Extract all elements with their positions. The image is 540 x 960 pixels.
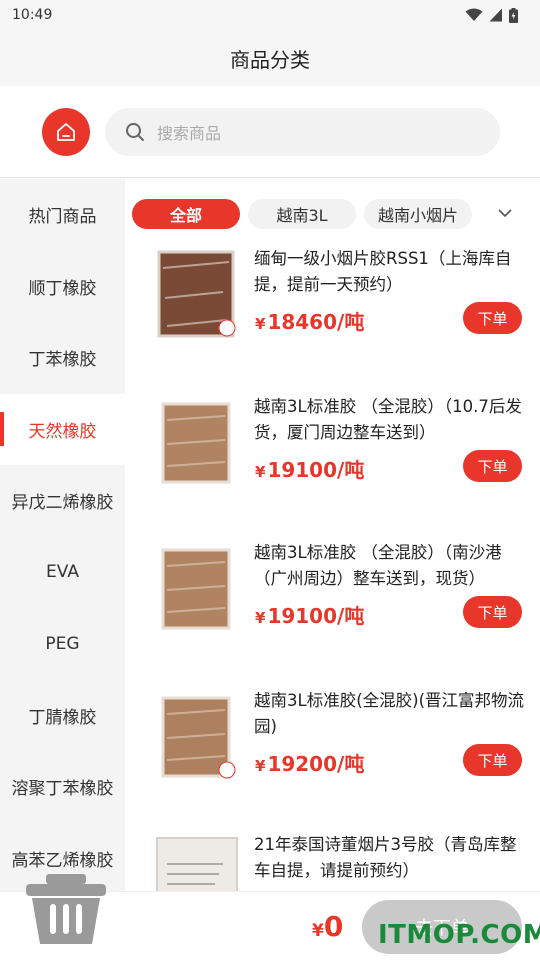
product-name: 缅甸一级小烟片胶RSS1（上海库自提，提前一天预约） <box>254 249 512 294</box>
product-card[interactable]: 21年泰国诗董烟片3号胶（青岛库整车自提，请提前预约） <box>125 826 540 891</box>
category-sidebar: 热门商品 顺丁橡胶 丁苯橡胶 天然橡胶 异戊二烯橡胶 EVA PEG 丁腈橡胶 … <box>0 179 125 891</box>
chip-vietnam-3l[interactable]: 越南3L <box>248 199 356 229</box>
search-input[interactable]: 搜索商品 <box>105 108 500 156</box>
sidebar-item-label: 热门商品 <box>28 207 97 228</box>
price-value: 19100/吨 <box>267 458 365 482</box>
header: 商品分类 <box>0 30 540 86</box>
currency-symbol: ¥ <box>255 609 266 627</box>
search-icon <box>126 123 144 141</box>
product-price: ¥19100/吨 <box>255 454 364 483</box>
chip-label: 越南3L <box>276 206 328 225</box>
currency-symbol: ¥ <box>255 757 266 775</box>
sidebar-item-label: 溶聚丁苯橡胶 <box>11 779 114 800</box>
sidebar-item-ir[interactable]: 异戊二烯橡胶 <box>0 465 125 537</box>
sidebar-item-hot[interactable]: 热门商品 <box>0 179 125 251</box>
wifi-icon <box>465 8 483 21</box>
product-thumbnail <box>156 837 238 891</box>
product-card[interactable]: 越南3L标准胶 （全混胶）（10.7后发货，厦门周边整车送到） ¥19100/吨… <box>125 388 540 533</box>
sidebar-item-label: 高苯乙烯橡胶 <box>11 850 114 871</box>
basket-icon[interactable] <box>24 872 108 946</box>
sidebar-item-nbr[interactable]: 丁腈橡胶 <box>0 680 125 752</box>
status-bar: 10:49 <box>0 0 540 30</box>
product-price: ¥19200/吨 <box>255 748 364 777</box>
sidebar-item-label: 丁苯橡胶 <box>28 350 97 371</box>
app-screen: 10:49 商品分类 搜索商品 热门商品 顺丁橡胶 丁苯橡胶 天然橡胶 异戊二烯… <box>0 0 540 960</box>
order-button[interactable]: 下单 <box>463 744 522 776</box>
sidebar-item-eva[interactable]: EVA <box>0 537 125 609</box>
sidebar-item-label: 天然橡胶 <box>28 421 97 442</box>
filter-chips: 全部 越南3L 越南小烟片 <box>132 196 540 232</box>
currency-symbol: ¥ <box>312 921 324 941</box>
chip-label: 全部 <box>169 206 202 225</box>
order-button[interactable]: 下单 <box>463 302 522 334</box>
product-name: 21年泰国诗董烟片3号胶（青岛库整车自提，请提前预约） <box>254 835 517 880</box>
order-total: ¥0 <box>312 910 343 943</box>
sidebar-item-nr[interactable]: 天然橡胶 <box>0 393 125 465</box>
price-value: 19200/吨 <box>267 752 365 776</box>
product-thumbnail <box>161 548 231 630</box>
sidebar-item-label: PEG <box>45 633 80 654</box>
product-thumbnail <box>161 402 231 484</box>
sidebar-item-ssbr[interactable]: 溶聚丁苯橡胶 <box>0 751 125 823</box>
price-value: 19100/吨 <box>267 604 365 628</box>
currency-symbol: ¥ <box>255 315 266 333</box>
home-button[interactable] <box>42 108 90 156</box>
chip-vietnam-rss[interactable]: 越南小烟片 <box>364 199 472 229</box>
product-name: 越南3L标准胶 （全混胶）（10.7后发货，厦门周边整车送到） <box>254 397 522 442</box>
home-icon <box>57 123 75 141</box>
sidebar-item-label: 丁腈橡胶 <box>28 707 97 728</box>
price-value: 18460/吨 <box>267 310 365 334</box>
search-row: 搜索商品 <box>0 86 540 178</box>
product-list: 缅甸一级小烟片胶RSS1（上海库自提，提前一天预约） ¥18460/吨 下单 越… <box>125 240 540 891</box>
watermark: ITMOP.COM <box>378 920 540 950</box>
product-card[interactable]: 越南3L标准胶(全混胶)(晋江富邦物流园) ¥19200/吨 下单 <box>125 682 540 827</box>
sidebar-item-label: 顺丁橡胶 <box>28 278 97 299</box>
product-card[interactable]: 越南3L标准胶 （全混胶）（南沙港（广州周边）整车送到，现货） ¥19100/吨… <box>125 534 540 679</box>
page-title: 商品分类 <box>230 47 310 72</box>
product-name: 越南3L标准胶 （全混胶）（南沙港（广州周边）整车送到，现货） <box>254 543 502 588</box>
battery-icon <box>509 7 518 23</box>
total-value: 0 <box>323 910 344 943</box>
product-price: ¥18460/吨 <box>255 306 364 335</box>
signal-icon <box>489 8 502 22</box>
chip-all[interactable]: 全部 <box>132 199 240 229</box>
product-price: ¥19100/吨 <box>255 600 364 629</box>
search-placeholder: 搜索商品 <box>157 124 222 143</box>
chip-label: 越南小烟片 <box>377 206 458 225</box>
product-card[interactable]: 缅甸一级小烟片胶RSS1（上海库自提，提前一天预约） ¥18460/吨 下单 <box>125 240 540 385</box>
sidebar-item-sbr[interactable]: 丁苯橡胶 <box>0 322 125 394</box>
product-thumbnail <box>161 696 236 779</box>
sidebar-item-label: 异戊二烯橡胶 <box>11 493 114 514</box>
sidebar-item-label: EVA <box>46 562 79 583</box>
sidebar-item-peg[interactable]: PEG <box>0 608 125 680</box>
currency-symbol: ¥ <box>255 463 266 481</box>
order-button[interactable]: 下单 <box>463 450 522 482</box>
product-name: 越南3L标准胶(全混胶)(晋江富邦物流园) <box>254 691 525 736</box>
chevron-down-icon[interactable] <box>496 204 514 222</box>
order-button[interactable]: 下单 <box>463 596 522 628</box>
status-icons <box>465 7 518 23</box>
bottom-bar: ¥0 去下单 ITMOP.COM <box>0 874 540 960</box>
product-thumbnail <box>157 250 236 338</box>
sidebar-item-br[interactable]: 顺丁橡胶 <box>0 251 125 323</box>
status-time: 10:49 <box>12 7 53 23</box>
